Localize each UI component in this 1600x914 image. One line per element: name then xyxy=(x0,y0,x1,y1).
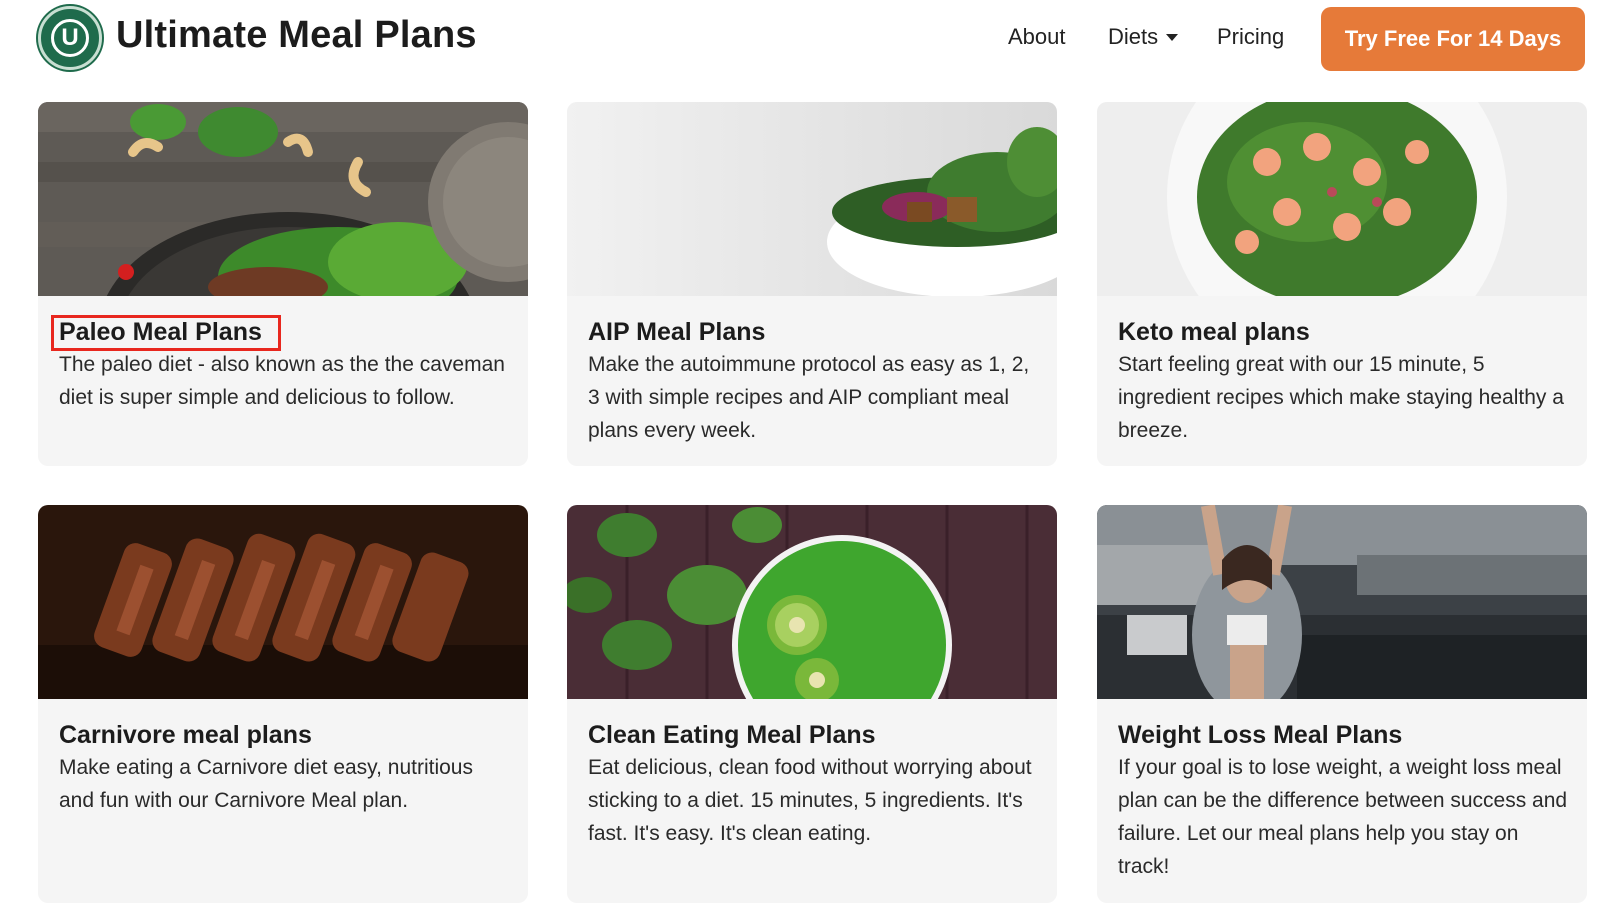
try-free-button[interactable]: Try Free For 14 Days xyxy=(1321,7,1585,71)
card-title[interactable]: Keto meal plans xyxy=(1118,318,1310,347)
card-description: The paleo diet - also known as the the c… xyxy=(59,353,505,409)
highlight-box xyxy=(51,315,281,351)
diet-card-paleo[interactable]: Paleo Meal Plans The paleo diet - also k… xyxy=(38,102,528,466)
steak-photo[interactable] xyxy=(38,505,528,699)
brand-name[interactable]: Ultimate Meal Plans xyxy=(116,14,477,57)
logo-letter: U xyxy=(61,24,79,51)
card-title[interactable]: AIP Meal Plans xyxy=(588,318,765,347)
nav-pricing-link[interactable]: Pricing xyxy=(1217,24,1284,50)
green-smoothie-photo[interactable] xyxy=(567,505,1057,699)
card-description: Start feeling great with our 15 minute, … xyxy=(1118,353,1564,442)
site-header: U Ultimate Meal Plans About Diets Pricin… xyxy=(0,0,1600,80)
shrimp-salad-photo[interactable] xyxy=(1097,102,1587,296)
diet-card-keto[interactable]: Keto meal plans Start feeling great with… xyxy=(1097,102,1587,466)
caret-down-icon xyxy=(1166,33,1179,41)
logo-icon[interactable]: U xyxy=(38,6,102,70)
card-description: Make the autoimmune protocol as easy as … xyxy=(588,353,1030,442)
logo-ring: U xyxy=(51,19,89,57)
woman-stretching-photo[interactable] xyxy=(1097,505,1587,699)
diet-card-weight-loss[interactable]: Weight Loss Meal Plans If your goal is t… xyxy=(1097,505,1587,903)
card-title[interactable]: Weight Loss Meal Plans xyxy=(1118,721,1402,750)
card-description: Make eating a Carnivore diet easy, nutri… xyxy=(59,756,473,812)
nav-diets-label: Diets xyxy=(1108,24,1159,49)
card-title[interactable]: Clean Eating Meal Plans xyxy=(588,721,876,750)
nav-diets-dropdown[interactable]: Diets xyxy=(1108,24,1179,50)
diet-card-aip[interactable]: AIP Meal Plans Make the autoimmune proto… xyxy=(567,102,1057,466)
nav-about-link[interactable]: About xyxy=(1008,24,1066,50)
paleo-food-photo[interactable] xyxy=(38,102,528,296)
salad-bowl-photo[interactable] xyxy=(567,102,1057,296)
diet-card-carnivore[interactable]: Carnivore meal plans Make eating a Carni… xyxy=(38,505,528,903)
card-description: If your goal is to lose weight, a weight… xyxy=(1118,756,1568,878)
diet-card-clean-eating[interactable]: Clean Eating Meal Plans Eat delicious, c… xyxy=(567,505,1057,903)
card-description: Eat delicious, clean food without worryi… xyxy=(588,756,1032,845)
card-title[interactable]: Carnivore meal plans xyxy=(59,721,312,750)
